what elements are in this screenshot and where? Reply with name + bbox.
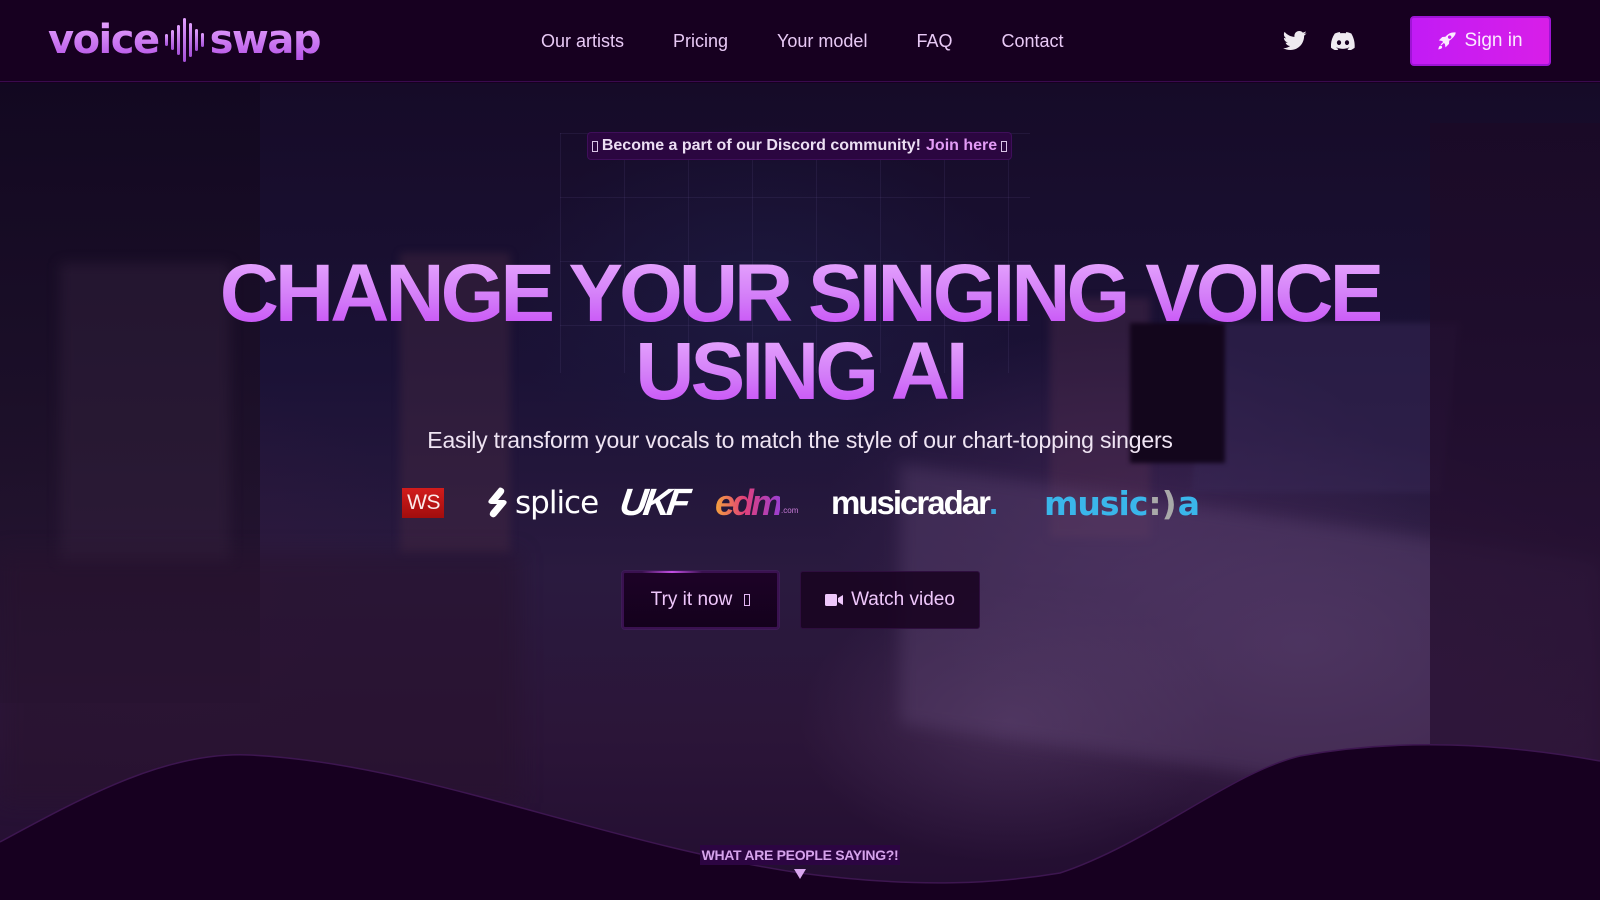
nav-our-artists[interactable]: Our artists [541,27,624,55]
nav-your-model[interactable]: Your model [777,27,867,55]
testimonials-section-label[interactable]: WHAT ARE PEOPLE SAYING?! [700,845,900,865]
nav-contact[interactable]: Contact [1001,27,1063,55]
logo-word-swap: swap [209,17,322,63]
waveform-icon [164,16,204,64]
scroll-down-arrow-icon[interactable] [794,869,806,879]
logo[interactable]: voice swap [48,14,322,66]
discord-icon [1331,32,1355,50]
nav-faq[interactable]: FAQ [916,27,952,55]
wave-divider [0,744,1600,900]
site-header: voice swap Our artists Pricing Your mode… [0,0,1600,82]
hero-section: Become a part of our Discord community! … [0,83,1600,900]
twitter-icon [1283,31,1307,50]
logo-word-voice: voice [48,17,160,63]
sign-in-label: Sign in [1464,30,1523,51]
twitter-link[interactable] [1280,26,1310,56]
discord-link[interactable] [1328,26,1358,56]
sign-in-button[interactable]: Sign in [1410,16,1551,66]
rocket-icon [1438,32,1457,50]
nav-pricing[interactable]: Pricing [673,27,728,55]
main-nav: Our artists Pricing Your model FAQ Conta… [541,27,1064,55]
